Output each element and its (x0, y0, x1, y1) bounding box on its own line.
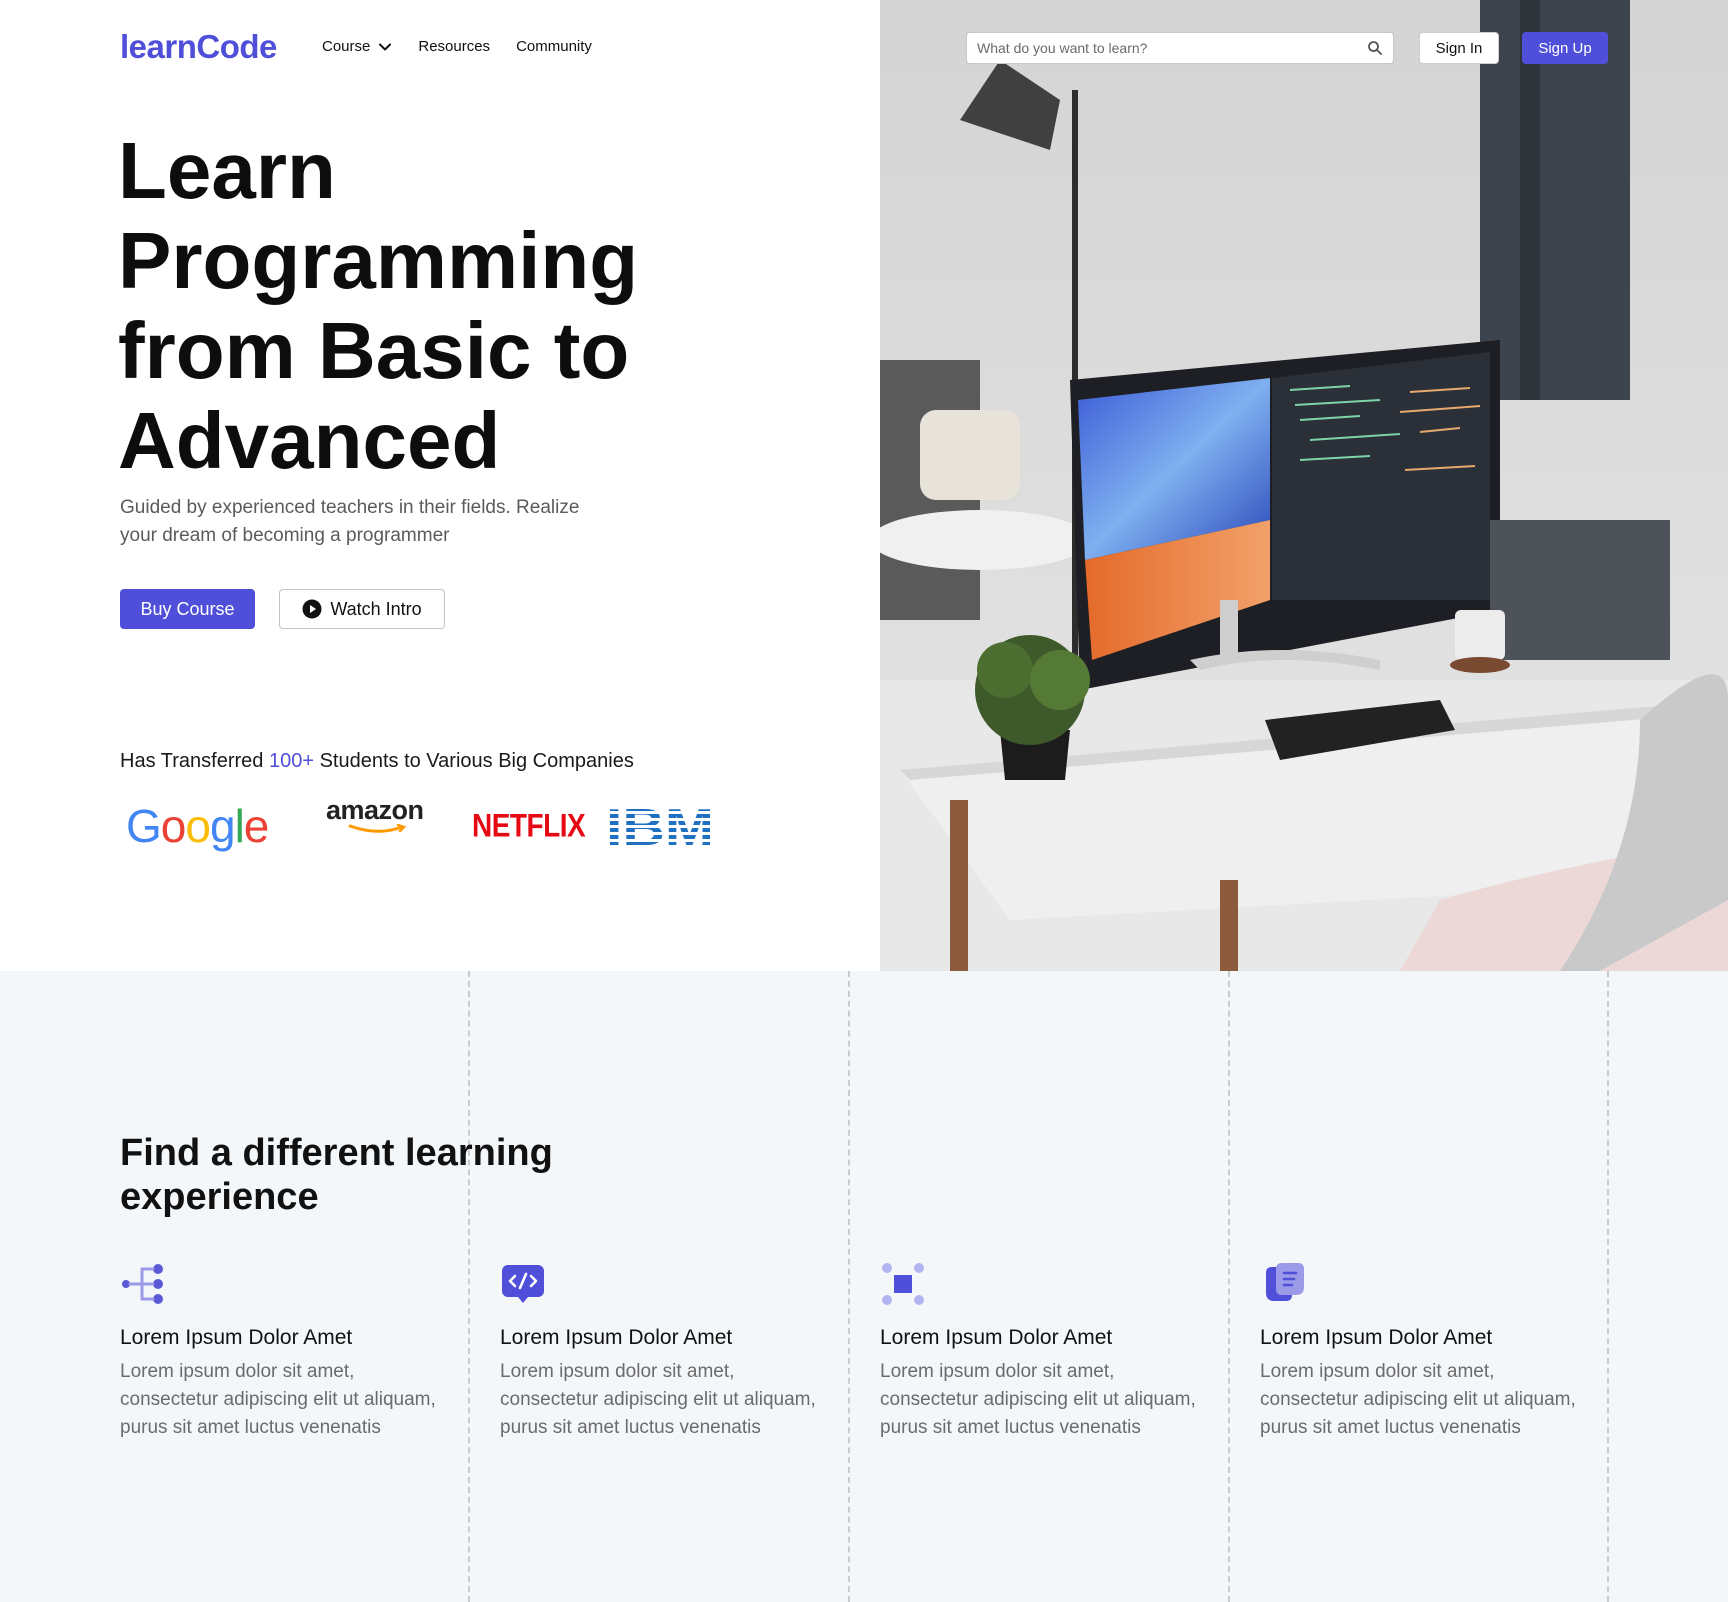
notes-icon (1266, 1263, 1304, 1301)
feature-desc-line: consectetur adipiscing elit ut aliquam, (880, 1389, 1196, 1410)
features-title-line: experience (120, 1176, 319, 1218)
watch-intro-button[interactable]: Watch Intro (279, 589, 445, 629)
play-icon (302, 599, 322, 619)
feature-desc: Lorem ipsum dolor sit amet, consectetur … (880, 1358, 1220, 1442)
nav-item-label: Course (322, 38, 371, 55)
grid-divider (1228, 971, 1230, 1602)
feature-desc-line: Lorem ipsum dolor sit amet, (120, 1361, 355, 1382)
hero-headline: Learn Programming from Basic to Advanced (118, 126, 758, 486)
feature-desc-line: consectetur adipiscing elit ut aliquam, (1260, 1389, 1576, 1410)
feature-card: Lorem Ipsum Dolor Amet Lorem ipsum dolor… (120, 1261, 460, 1442)
transferred-prefix: Has Transferred (120, 750, 269, 772)
feature-desc-line: Lorem ipsum dolor sit amet, (500, 1361, 735, 1382)
feature-desc-line: consectetur adipiscing elit ut aliquam, (120, 1389, 436, 1410)
subtext-line: your dream of becoming a programmer (120, 525, 450, 546)
features-section: Find a different learning experience Lor… (0, 971, 1728, 1602)
sign-in-button[interactable]: Sign In (1419, 32, 1499, 64)
hero-subtext: Guided by experienced teachers in their … (120, 494, 640, 550)
feature-title: Lorem Ipsum Dolor Amet (1260, 1326, 1493, 1349)
feature-title: Lorem Ipsum Dolor Amet (880, 1326, 1113, 1349)
main-nav: Course Resources Community (322, 38, 592, 55)
hero-section: learnCode Course Resources Community Wha… (0, 0, 1728, 971)
hierarchy-icon (122, 1264, 163, 1304)
headline-line: Programming (118, 216, 639, 305)
nav-item-resources[interactable]: Resources (418, 38, 490, 55)
ibm-logo: IBM (606, 796, 716, 856)
search-bar[interactable] (966, 32, 1394, 64)
feature-desc-line: purus sit amet luctus venenatis (1260, 1417, 1521, 1438)
features-title: Find a different learning experience (120, 1131, 640, 1219)
feature-desc-line: Lorem ipsum dolor sit amet, (880, 1361, 1115, 1382)
buy-course-button[interactable]: Buy Course (120, 589, 255, 629)
sign-up-button[interactable]: Sign Up (1522, 32, 1608, 64)
feature-card: Lorem Ipsum Dolor Amet Lorem ipsum dolor… (1260, 1261, 1600, 1442)
feature-desc: Lorem ipsum dolor sit amet, consectetur … (1260, 1358, 1600, 1442)
grid-divider (848, 971, 850, 1602)
hero-image (880, 0, 1728, 971)
amazon-logo: amazon (326, 796, 424, 856)
feature-title: Lorem Ipsum Dolor Amet (500, 1326, 733, 1349)
search-icon[interactable] (1367, 40, 1383, 56)
feature-desc: Lorem ipsum dolor sit amet, consectetur … (120, 1358, 460, 1442)
feature-card: Lorem Ipsum Dolor Amet Lorem ipsum dolor… (500, 1261, 840, 1442)
feature-desc-line: consectetur adipiscing elit ut aliquam, (500, 1389, 816, 1410)
logo[interactable]: learnCode (120, 28, 277, 66)
feature-title: Lorem Ipsum Dolor Amet (120, 1326, 353, 1349)
headline-line: Advanced (118, 396, 501, 485)
nav-item-community[interactable]: Community (516, 38, 592, 55)
nav-item-label: Resources (418, 38, 491, 55)
feature-desc-line: purus sit amet luctus venenatis (880, 1417, 1141, 1438)
headline-line: from Basic to (118, 306, 630, 395)
transferred-stat: Has Transferred 100+ Students to Various… (120, 750, 634, 773)
feature-desc: Lorem ipsum dolor sit amet, consectetur … (500, 1358, 840, 1442)
nav-item-course[interactable]: Course (322, 38, 392, 55)
feature-card: Lorem Ipsum Dolor Amet Lorem ipsum dolor… (880, 1261, 1220, 1442)
grid-divider (1607, 971, 1609, 1602)
chevron-down-icon (379, 43, 392, 50)
grid-divider (468, 971, 470, 1602)
headline-line: Learn (118, 126, 336, 215)
code-chat-icon (502, 1265, 544, 1303)
feature-desc-line: purus sit amet luctus venenatis (120, 1417, 381, 1438)
feature-desc-line: purus sit amet luctus venenatis (500, 1417, 761, 1438)
transferred-count: 100+ (268, 750, 315, 772)
transferred-suffix: Students to Various Big Companies (314, 750, 634, 772)
google-logo: Google (126, 800, 269, 852)
search-input[interactable] (977, 40, 1367, 56)
features-title-line: Find a different learning (120, 1132, 553, 1174)
feature-desc-line: Lorem ipsum dolor sit amet, (1260, 1361, 1495, 1382)
netflix-logo: NETFLIX (472, 807, 586, 844)
subtext-line: Guided by experienced teachers in their … (120, 497, 580, 518)
nodes-icon (882, 1263, 924, 1305)
nav-item-label: Community (516, 38, 592, 55)
watch-intro-label: Watch Intro (330, 598, 422, 619)
